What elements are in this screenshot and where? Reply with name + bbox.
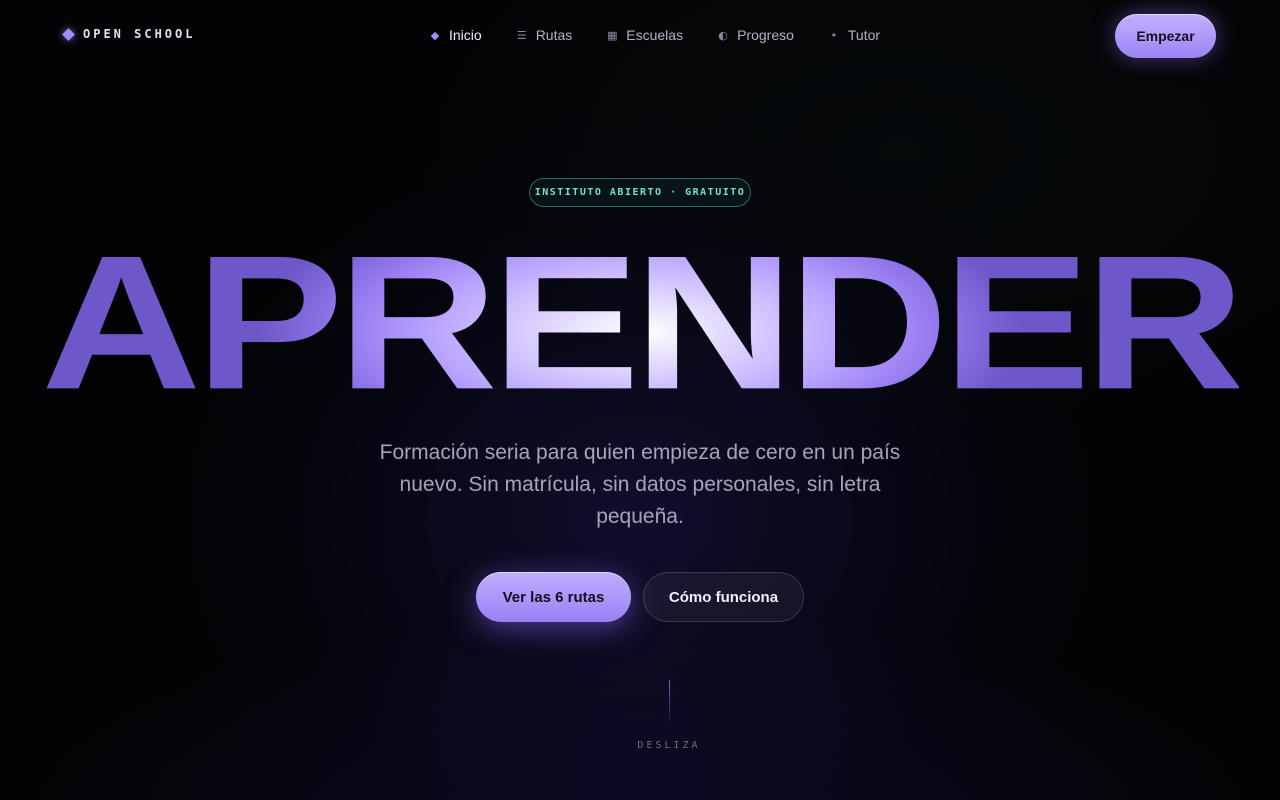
start-button[interactable]: Empezar xyxy=(1115,14,1216,58)
brand-logo[interactable]: OPEN SCHOOL xyxy=(62,27,196,41)
headline-container: APRENDER xyxy=(0,218,1280,428)
hero-headline: APRENDER xyxy=(41,216,1245,430)
top-navigation: OPEN SCHOOL ◆ Inicio ☰ Rutas ▦ Escuelas … xyxy=(0,0,1280,70)
nav-item-progreso[interactable]: ◐ Progreso xyxy=(717,27,794,43)
nav-item-inicio[interactable]: ◆ Inicio xyxy=(429,27,482,43)
nav-item-label: Escuelas xyxy=(626,27,684,43)
diamond-icon xyxy=(62,27,75,41)
nav-item-tutor[interactable]: • Tutor xyxy=(828,27,880,43)
list-icon: ☰ xyxy=(516,28,527,42)
scroll-indicator-line xyxy=(669,680,670,722)
nav-item-label: Inicio xyxy=(449,27,482,43)
view-routes-button[interactable]: Ver las 6 rutas xyxy=(476,572,631,622)
how-it-works-button[interactable]: Cómo funciona xyxy=(643,572,804,622)
main-menu: ◆ Inicio ☰ Rutas ▦ Escuelas ◐ Progreso •… xyxy=(429,24,914,46)
dot-icon: • xyxy=(830,28,838,42)
half-circle-icon: ◐ xyxy=(718,28,728,42)
nav-item-rutas[interactable]: ☰ Rutas xyxy=(516,27,573,43)
nav-item-escuelas[interactable]: ▦ Escuelas xyxy=(606,27,683,43)
nav-item-label: Rutas xyxy=(535,27,573,43)
brand-name: OPEN SCHOOL xyxy=(83,27,196,41)
scroll-hint[interactable]: DESLIZA xyxy=(600,740,738,751)
hero-subtitle: Formación seria para quien empieza de ce… xyxy=(379,441,901,528)
grid-icon: ▦ xyxy=(607,28,618,42)
nav-item-label: Progreso xyxy=(737,27,794,43)
nav-item-label: Tutor xyxy=(847,27,881,43)
hero-badge: INSTITUTO ABIERTO · GRATUITO xyxy=(529,178,751,207)
diamond-icon: ◆ xyxy=(430,28,440,42)
